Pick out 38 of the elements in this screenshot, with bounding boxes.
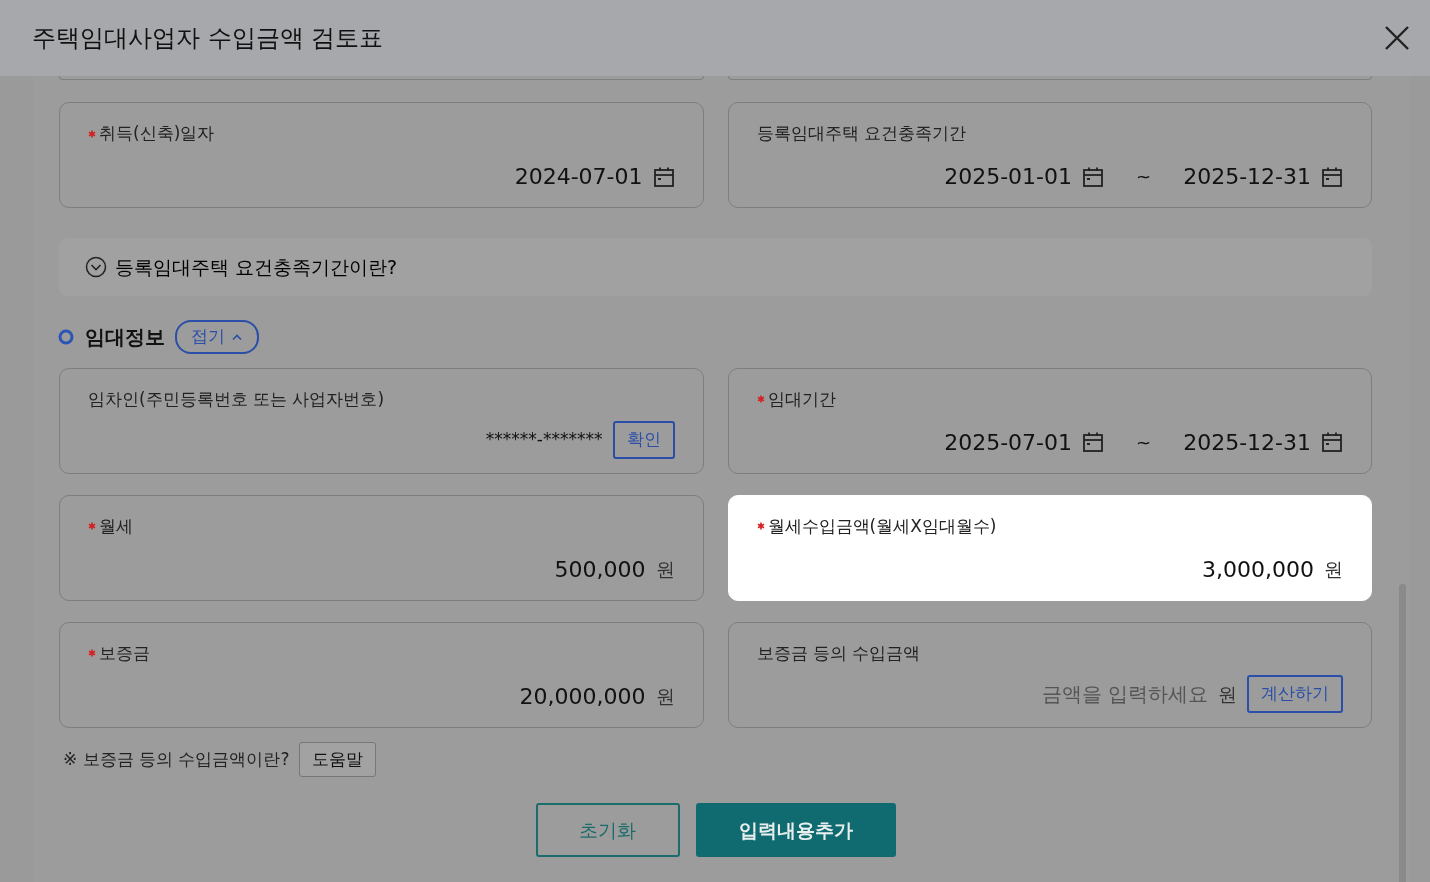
add-button[interactable]: 입력내용추가 bbox=[695, 803, 896, 857]
range-separator: ~ bbox=[1136, 430, 1152, 455]
amount-input[interactable]: 20,000,000 bbox=[502, 679, 646, 713]
section-title: 임대정보 bbox=[85, 323, 165, 351]
field-label: 월세수입금액(월세X임대월수) bbox=[767, 514, 997, 538]
calendar-icon[interactable] bbox=[1321, 165, 1343, 188]
calendar-icon[interactable] bbox=[1321, 431, 1343, 453]
date-value: 2025-07-01 bbox=[944, 428, 1073, 457]
amount-input[interactable]: 금액을 입력하세요 bbox=[1008, 678, 1208, 709]
unit-label: 원 bbox=[1324, 556, 1343, 582]
circle-icon bbox=[57, 327, 75, 346]
unit-label: 원 bbox=[655, 556, 675, 582]
calendar-icon[interactable] bbox=[652, 165, 675, 188]
unit-label: 원 bbox=[655, 683, 675, 709]
help-text: ※ 보증금 등의 수입금액이란? bbox=[63, 747, 290, 771]
date-value: 2025-12-31 bbox=[1183, 428, 1311, 457]
field-label: 보증금 등의 수입금액 bbox=[756, 641, 921, 665]
field-label: 임차인(주민등록번호 또는 사업자번호) bbox=[88, 387, 385, 411]
date-value: 2025-01-01 bbox=[944, 163, 1073, 191]
field-label: 보증금 bbox=[99, 641, 150, 665]
field-label: 취득(신축)일자 bbox=[99, 122, 215, 145]
calendar-icon[interactable] bbox=[1082, 165, 1105, 188]
info-toggle[interactable]: 등록임대주택 요건충족기간이란? bbox=[85, 252, 398, 282]
amount-input[interactable]: 3,000,000 bbox=[1184, 552, 1314, 586]
date-value: 2025-12-31 bbox=[1183, 163, 1311, 191]
caret-icon bbox=[231, 332, 243, 341]
field-label: 월세 bbox=[99, 514, 133, 538]
amount-input[interactable]: 500,000 bbox=[543, 552, 646, 586]
help-button[interactable]: 도움말 bbox=[299, 741, 377, 777]
dialog-title: 주택임대사업자 수입금액 검토표 bbox=[32, 23, 384, 54]
field-label: 등록임대주택 요건충족기간 bbox=[756, 122, 966, 145]
date-value: 2024-07-01 bbox=[514, 163, 643, 191]
close-icon bbox=[1384, 25, 1410, 51]
field-label: 임대기간 bbox=[767, 387, 836, 411]
masked-id-value: ******-******* bbox=[485, 428, 603, 451]
range-separator: ~ bbox=[1136, 165, 1152, 189]
calendar-icon[interactable] bbox=[1082, 431, 1105, 453]
unit-label: 원 bbox=[1218, 681, 1237, 707]
